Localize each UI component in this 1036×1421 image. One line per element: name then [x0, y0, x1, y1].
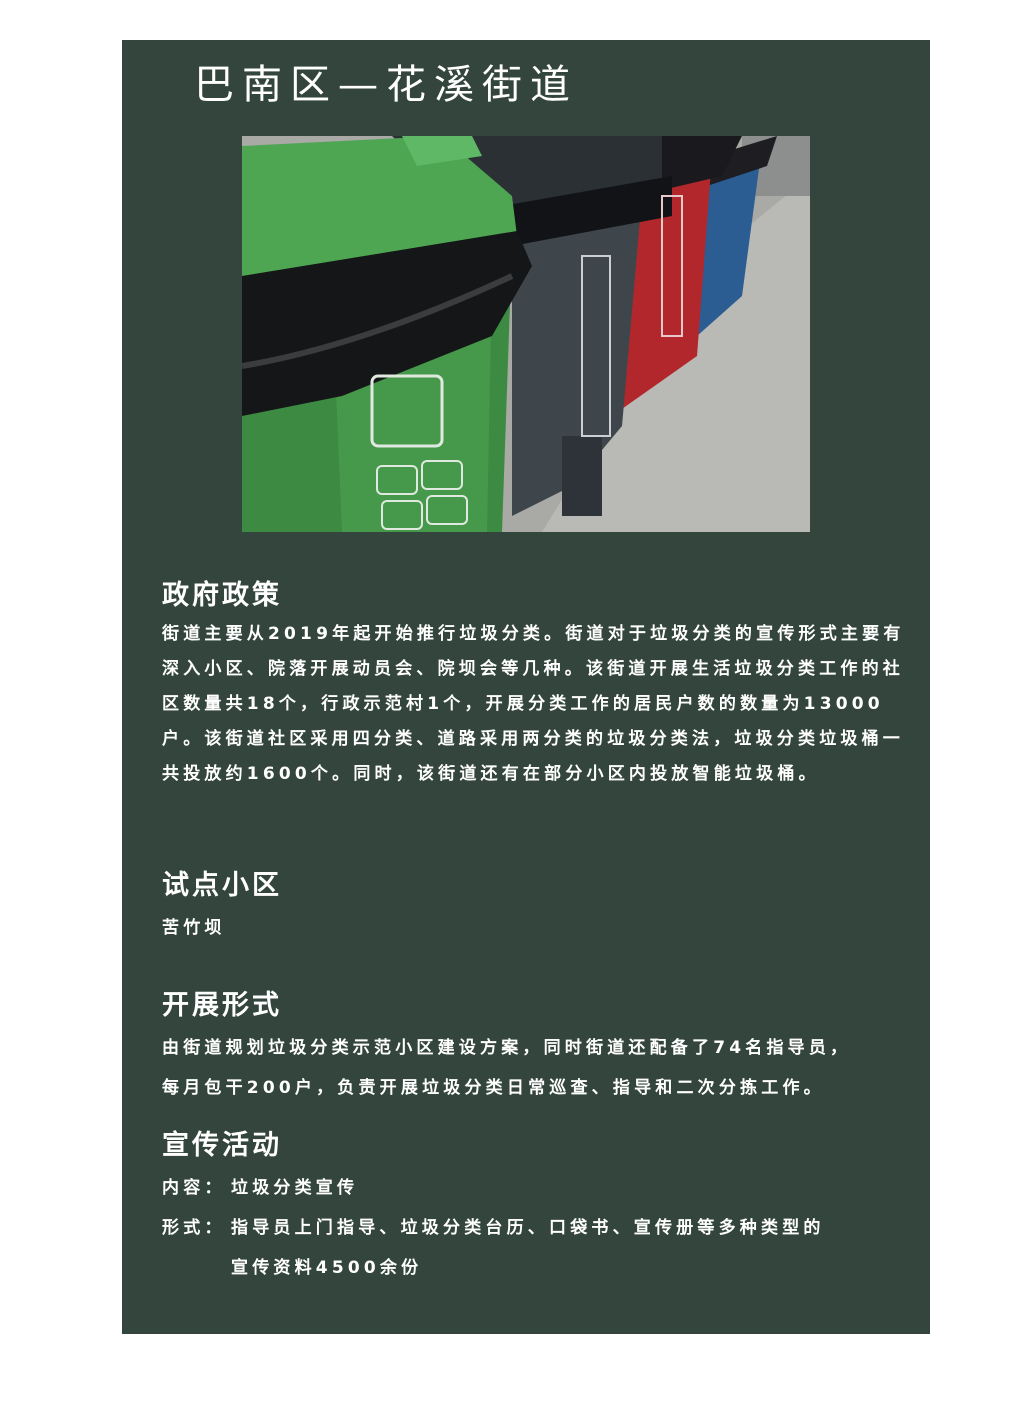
promo-form-line-1: 指导员上门指导、垃圾分类台历、口袋书、宣传册等多种类型的: [231, 1218, 825, 1238]
garbage-bins-photo: [242, 136, 810, 532]
page-title: 巴南区—花溪街道: [194, 62, 578, 108]
form-line-1: 由街道规划垃圾分类示范小区建设方案，同时街道还配备了74名指导员，: [162, 1038, 852, 1058]
promo-form-line-2: 宣传资料4500余份: [231, 1258, 423, 1278]
promo-form-label: 形式：: [162, 1218, 226, 1238]
form-heading: 开展形式: [162, 990, 282, 1021]
pilot-heading: 试点小区: [162, 870, 282, 901]
form-line-2: 每月包干200户，负责开展垃圾分类日常巡查、指导和二次分拣工作。: [162, 1078, 825, 1098]
promo-heading: 宣传活动: [162, 1130, 282, 1161]
policy-body: 街道主要从2019年起开始推行垃圾分类。街道对于垃圾分类的宣传形式主要有深入小区…: [162, 624, 905, 784]
pilot-body: 苦竹坝: [162, 918, 226, 938]
promo-content-label: 内容：: [162, 1178, 226, 1198]
content-panel: 巴南区—花溪街道 政府政策 街道主要从2019年起开始推行垃圾分类。街道对于垃圾…: [122, 40, 930, 1334]
policy-heading: 政府政策: [162, 580, 282, 611]
promo-content-value: 垃圾分类宣传: [231, 1178, 359, 1198]
